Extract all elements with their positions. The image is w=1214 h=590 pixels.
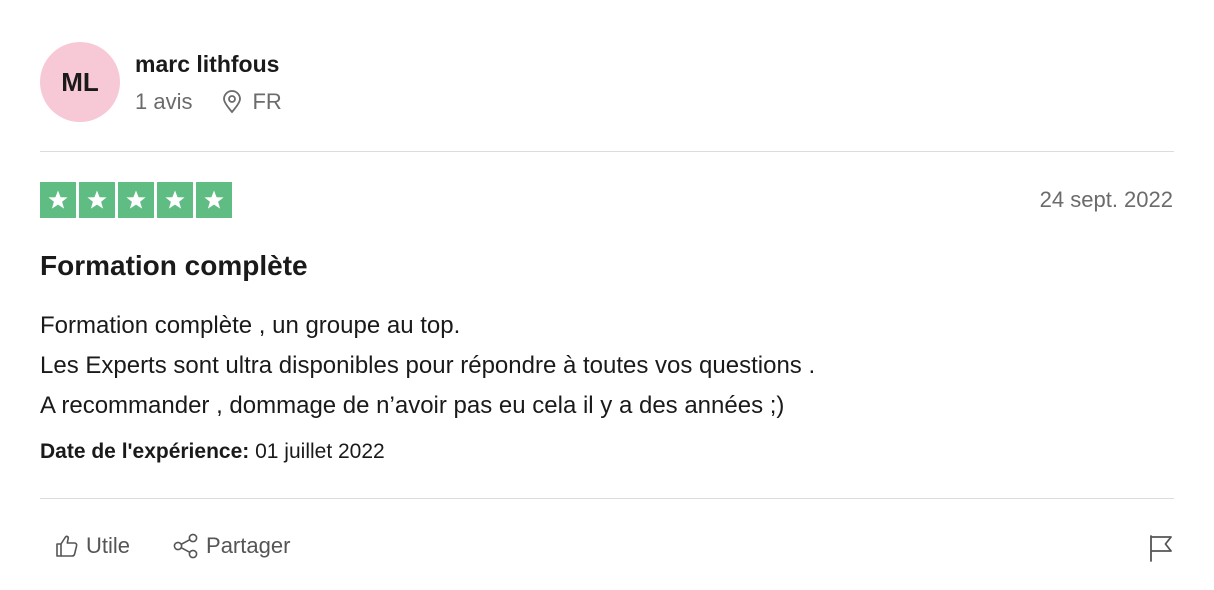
- useful-button[interactable]: Utile: [54, 533, 130, 559]
- experience-date-value: 01 juillet 2022: [255, 440, 385, 463]
- review-card: ML marc lithfous 1 avis FR 24 sept. 2022…: [0, 0, 1214, 590]
- star-icon: [40, 182, 76, 218]
- star-icon: [118, 182, 154, 218]
- star-icon: [196, 182, 232, 218]
- review-title[interactable]: Formation complète: [40, 250, 308, 282]
- divider: [40, 151, 1174, 152]
- experience-date-label: Date de l'expérience:: [40, 440, 250, 463]
- star-icon: [157, 182, 193, 218]
- reviewer-location: FR: [222, 89, 282, 115]
- star-icon: [79, 182, 115, 218]
- star-rating: [40, 182, 235, 218]
- share-icon: [173, 533, 198, 559]
- review-count: 1 avis: [135, 89, 193, 114]
- experience-date: Date de l'expérience: 01 juillet 2022: [40, 440, 385, 464]
- reviewer-info: marc lithfous 1 avis FR: [135, 51, 282, 115]
- country-code: FR: [252, 89, 282, 114]
- report-button[interactable]: [1148, 534, 1174, 567]
- share-label: Partager: [206, 533, 291, 558]
- location-pin-icon: [223, 90, 242, 114]
- review-body-line: A recommander , dommage de n’avoir pas e…: [40, 392, 785, 419]
- useful-label: Utile: [86, 533, 131, 558]
- divider: [40, 498, 1174, 499]
- reviewer-meta: 1 avis FR: [135, 89, 282, 115]
- thumbs-up-icon: [56, 535, 78, 557]
- review-body: Formation complète , un groupe au top. L…: [40, 306, 815, 426]
- reviewer-header: ML marc lithfous 1 avis FR: [40, 42, 282, 122]
- review-actions: Utile Partager: [54, 533, 290, 559]
- reviewer-name[interactable]: marc lithfous: [135, 51, 282, 77]
- avatar[interactable]: ML: [40, 42, 120, 122]
- review-date: 24 sept. 2022: [1039, 187, 1173, 212]
- review-body-line: Les Experts sont ultra disponibles pour …: [40, 352, 816, 379]
- share-button[interactable]: Partager: [172, 533, 290, 559]
- flag-icon: [1150, 535, 1172, 562]
- review-body-line: Formation complète , un groupe au top.: [40, 312, 461, 339]
